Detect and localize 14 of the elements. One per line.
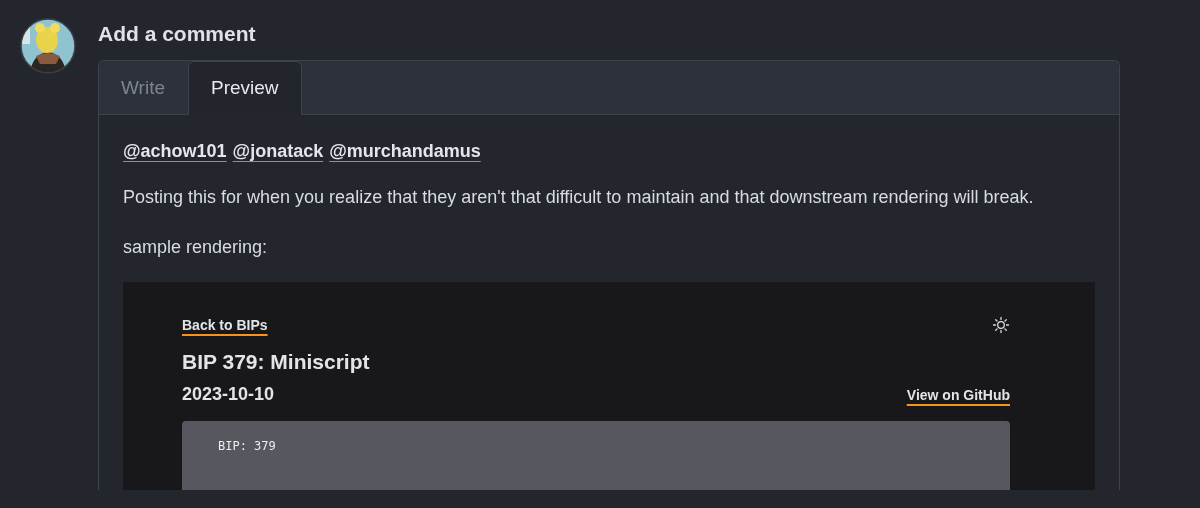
comment-heading: Add a comment [98,22,257,46]
editor-tab[interactable]: Write [99,61,188,115]
user-mention[interactable]: @jonatack [232,141,324,162]
back-link[interactable]: Back to BIPs [182,317,268,333]
user-mention[interactable]: @murchandamus [329,141,481,162]
page-title: BIP 379: Miniscript [182,350,371,374]
github-link[interactable]: View on GitHub [906,386,1010,403]
user-mention[interactable]: @achow101 [123,141,227,162]
comment-paragraph: sample rendering: [123,236,269,259]
code-line: BIP: 379 [218,439,277,453]
editor-tab[interactable]: Preview [188,61,302,115]
sun-icon[interactable] [992,316,1010,334]
comment-paragraph: Posting this for when you realize that they aren't that difficult to maintain and that downstream rendering will break. [123,186,1035,209]
page-date: 2023-10-10 [182,384,275,405]
